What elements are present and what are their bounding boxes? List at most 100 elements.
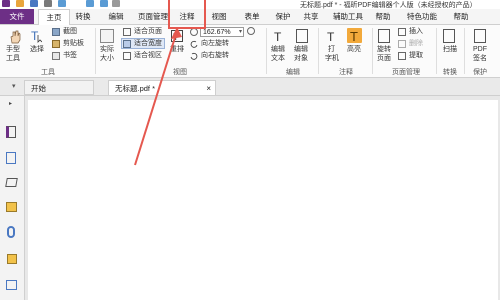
ribbon-separator — [464, 28, 465, 74]
hand-tool-label-2: 工具 — [6, 55, 20, 62]
highlight-label[interactable]: 高亮 — [347, 46, 361, 54]
scan-icon[interactable] — [443, 29, 455, 43]
bookmark-icon[interactable] — [52, 52, 60, 60]
select-text-icon[interactable]: T — [30, 29, 43, 43]
hand-tool-icon[interactable] — [8, 30, 22, 44]
actual-size-label-1[interactable]: 实际 — [100, 46, 114, 54]
clipboard-icon[interactable] — [52, 40, 60, 48]
ribbon-separator — [95, 28, 96, 74]
zoom-dropdown-icon[interactable]: ▾ — [239, 28, 242, 37]
edit-object-icon[interactable] — [296, 29, 308, 43]
edit-text-icon[interactable]: T — [273, 29, 285, 44]
rotate-right-icon[interactable] — [190, 52, 198, 60]
edit-group-label: 编辑 — [286, 69, 300, 76]
pdf-sign-label-1[interactable]: PDF — [473, 46, 487, 54]
left-sidebar: ▸ — [0, 96, 25, 300]
zoom-icon[interactable] — [190, 28, 198, 36]
edit-object-label-1[interactable]: 编辑 — [294, 46, 308, 54]
tab-form[interactable]: 表单 — [241, 9, 263, 24]
expand-panel-icon[interactable]: ▸ — [9, 100, 12, 107]
properties-icon[interactable] — [58, 0, 66, 7]
edit-text-label-2[interactable]: 文本 — [271, 55, 285, 63]
zoom-input[interactable]: 162.67% ▾ — [200, 27, 244, 37]
rotate-page-label-1[interactable]: 旋转 — [377, 46, 391, 54]
annotation-arrow — [134, 27, 182, 166]
pdf-page[interactable] — [28, 100, 498, 300]
comments-panel-icon[interactable] — [6, 202, 17, 212]
tab-start[interactable]: 开始 — [24, 80, 94, 95]
ribbon-separator — [372, 28, 373, 74]
annot-group-label: 注释 — [339, 69, 353, 76]
tab-view[interactable]: 视图 — [208, 9, 230, 24]
delete-page-icon[interactable] — [398, 40, 406, 48]
convert-group-label: 转换 — [443, 69, 457, 76]
extract-label[interactable]: 提取 — [409, 52, 423, 60]
tab-home[interactable]: 主页 — [38, 9, 70, 25]
screenshot-label[interactable]: 截图 — [63, 28, 77, 36]
tab-protect[interactable]: 保护 — [272, 9, 294, 24]
screenshot-icon[interactable] — [52, 28, 60, 36]
security-lock-icon[interactable] — [7, 254, 17, 264]
highlight-icon[interactable]: T — [347, 28, 362, 44]
tab-featured[interactable]: 特色功能 — [403, 9, 441, 24]
typewriter-label-2[interactable]: 字机 — [325, 55, 339, 63]
delete-label[interactable]: 删除 — [409, 40, 423, 48]
tab-accessibility[interactable]: 辅助工具 — [330, 9, 366, 24]
ribbon-separator — [436, 28, 437, 74]
tab-page-management[interactable]: 页面管理 — [136, 9, 170, 24]
rotate-left-label[interactable]: 向左旋转 — [201, 40, 229, 48]
extract-page-icon[interactable] — [398, 52, 406, 60]
app-logo-icon — [2, 0, 10, 7]
typewriter-icon[interactable]: T — [326, 29, 338, 44]
rotate-left-icon[interactable] — [190, 40, 198, 48]
zoom-value: 162.67% — [203, 29, 231, 36]
pdf-sign-label-2[interactable]: 签名 — [473, 55, 487, 63]
select-label[interactable]: 选择 — [30, 46, 44, 54]
open-folder-icon[interactable] — [16, 0, 24, 7]
close-tab-icon[interactable]: × — [206, 81, 211, 96]
hand-tool-label-1: 手型 — [6, 46, 20, 53]
insert-label[interactable]: 插入 — [409, 28, 423, 36]
rotate-page-label-2[interactable]: 页面 — [377, 55, 391, 63]
tab-edit[interactable]: 编辑 — [105, 9, 127, 24]
attachments-panel-icon[interactable] — [7, 226, 15, 238]
tab-help-2[interactable]: 帮助 — [450, 9, 472, 24]
ribbon-separator — [318, 28, 319, 74]
tabs-dropdown-icon[interactable]: ▾ — [12, 82, 16, 90]
pdf-sign-icon[interactable] — [474, 29, 486, 43]
zoom-in-icon[interactable] — [247, 27, 255, 35]
actual-size-label-2[interactable]: 大小 — [100, 55, 114, 63]
protect-group-label: 保护 — [473, 69, 487, 76]
bookmark-label[interactable]: 书签 — [63, 52, 77, 60]
rotate-right-label[interactable]: 向右旋转 — [201, 52, 229, 60]
svg-text:T: T — [274, 30, 282, 43]
ribbon-separator — [266, 28, 267, 74]
page-group-label: 页面管理 — [392, 69, 420, 76]
tab-file[interactable]: 文件 — [0, 9, 34, 24]
save-icon[interactable] — [30, 0, 38, 7]
tab-help-1[interactable]: 帮助 — [372, 9, 394, 24]
bookmarks-panel-icon[interactable] — [6, 126, 16, 138]
pages-panel-icon[interactable] — [6, 152, 16, 164]
layers-panel-icon[interactable] — [5, 178, 18, 187]
tab-convert[interactable]: 转换 — [72, 9, 94, 24]
actual-size-icon[interactable] — [100, 29, 114, 43]
tab-share[interactable]: 共享 — [300, 9, 322, 24]
print-icon[interactable] — [44, 0, 52, 7]
undo-icon[interactable] — [86, 0, 94, 7]
svg-text:T: T — [350, 29, 358, 43]
clipboard-label[interactable]: 剪贴板 — [63, 40, 84, 48]
rotate-page-icon[interactable] — [378, 29, 390, 43]
redo-icon[interactable] — [100, 0, 108, 7]
svg-text:T: T — [327, 30, 335, 43]
scan-label[interactable]: 扫描 — [443, 46, 457, 54]
edit-text-label-1[interactable]: 编辑 — [271, 46, 285, 54]
ribbon-tabs: 文件 主页 转换 编辑 页面管理 注释 视图 表单 保护 共享 辅助工具 帮助 … — [0, 9, 500, 25]
tab-start-label: 开始 — [31, 84, 46, 93]
tools-group-label: 工具 — [41, 69, 55, 76]
fields-panel-icon[interactable] — [6, 280, 17, 290]
hand-quick-icon[interactable] — [112, 0, 120, 7]
typewriter-label-1[interactable]: 打 — [328, 46, 335, 54]
edit-object-label-2[interactable]: 对象 — [294, 55, 308, 63]
insert-page-icon[interactable] — [398, 28, 406, 36]
